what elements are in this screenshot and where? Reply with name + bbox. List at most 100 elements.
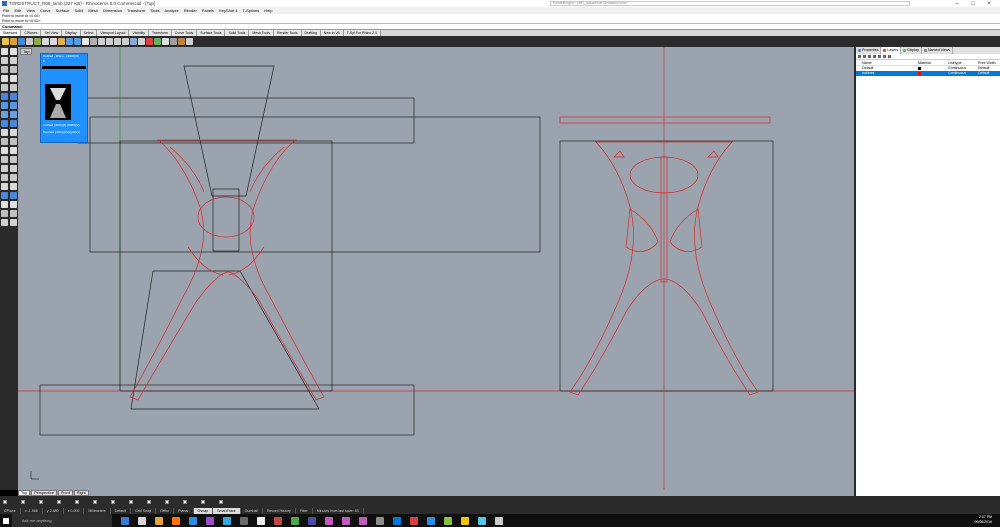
mirror-icon[interactable]: [1, 183, 8, 190]
menu-render[interactable]: Render: [184, 8, 197, 13]
start-button[interactable]: [0, 514, 12, 527]
point-icon[interactable]: [10, 48, 17, 55]
new-file-icon[interactable]: [2, 38, 9, 45]
loft-icon[interactable]: [1, 102, 8, 109]
scale-icon[interactable]: [10, 174, 17, 181]
layer-icon[interactable]: [146, 38, 153, 45]
taskbar-app-icon[interactable]: [121, 516, 129, 525]
filter-layer-icon[interactable]: [883, 55, 886, 58]
taskbar-app-icon[interactable]: [240, 516, 248, 525]
move-up-icon[interactable]: [873, 55, 876, 58]
delete-layer-icon[interactable]: [868, 55, 871, 58]
drawing-canvas[interactable]: [18, 47, 854, 490]
external-input-field[interactable]: Einstellungen - (dfR_Adsachnaf-Gelatsin)…: [550, 1, 910, 6]
zoom-window-icon[interactable]: [106, 38, 113, 45]
trim-icon[interactable]: [1, 147, 8, 154]
polyline-icon[interactable]: [1, 57, 8, 64]
taskbar-app-icon[interactable]: [427, 516, 435, 525]
new-layer-icon[interactable]: [858, 55, 861, 58]
analyze-icon[interactable]: [1, 219, 8, 226]
taskbar-clock[interactable]: 2:07 PM 09/06/2016: [974, 515, 992, 525]
menu-help[interactable]: Help: [264, 8, 272, 13]
shaded-icon[interactable]: [170, 38, 177, 45]
print-icon[interactable]: [26, 38, 33, 45]
menu-mesh[interactable]: Mesh: [88, 8, 98, 13]
join-icon[interactable]: [1, 156, 8, 163]
paste-icon[interactable]: [58, 38, 65, 45]
taskbar-app-icon[interactable]: [342, 516, 350, 525]
tab-display[interactable]: Display: [901, 47, 922, 54]
hide-icon[interactable]: [1, 201, 8, 208]
curve-icon[interactable]: [10, 57, 17, 64]
menu-surface[interactable]: Surface: [56, 8, 70, 13]
layer-options-icon[interactable]: [888, 55, 891, 58]
taskbar-app-icon[interactable]: [138, 516, 146, 525]
show-icon[interactable]: [10, 201, 17, 208]
snap-project[interactable]: [201, 500, 205, 504]
taskbar-app-icon[interactable]: [223, 516, 231, 525]
pan-icon[interactable]: [82, 38, 89, 45]
col-name[interactable]: Name: [856, 60, 918, 65]
taskbar-app-icon[interactable]: [257, 516, 265, 525]
circle-icon[interactable]: [1, 66, 8, 73]
snap-disable[interactable]: [219, 500, 223, 504]
tab-properties[interactable]: Properties: [856, 47, 882, 54]
snap-cen[interactable]: [75, 500, 79, 504]
viewport-label[interactable]: Top: [20, 48, 33, 55]
col-linetype[interactable]: Linetype: [948, 60, 978, 65]
unlock-icon[interactable]: [10, 210, 17, 217]
minimize-icon[interactable]: –: [950, 0, 964, 7]
maximize-icon[interactable]: □: [966, 0, 980, 7]
polygon-icon[interactable]: [10, 75, 17, 82]
menu-tsplines[interactable]: T-Splines: [243, 8, 260, 13]
menu-edit[interactable]: Edit: [14, 8, 21, 13]
four-views-icon[interactable]: [130, 38, 137, 45]
taskbar-app-icon[interactable]: [495, 516, 503, 525]
top-viewport[interactable]: Top Untitled - Rhino - (4000)(0) 0 Untit…: [18, 47, 854, 490]
box-icon[interactable]: [10, 111, 17, 118]
tab-layers[interactable]: Layers: [881, 47, 902, 54]
snap-point[interactable]: [39, 500, 43, 504]
rotate-icon[interactable]: [1, 174, 8, 181]
taskbar-app-icon[interactable]: [478, 516, 486, 525]
copy-object-icon[interactable]: [10, 165, 17, 172]
layer-row-outlines[interactable]: outlines Continuous Default: [856, 71, 1000, 76]
offset-icon[interactable]: [10, 84, 17, 91]
snap-knot[interactable]: [165, 500, 169, 504]
menu-file[interactable]: File: [3, 8, 9, 13]
zoom-icon[interactable]: [98, 38, 105, 45]
snap-vertex[interactable]: [183, 500, 187, 504]
save-icon[interactable]: [18, 38, 25, 45]
taskbar-app-icon[interactable]: [376, 516, 384, 525]
boolean-difference-icon[interactable]: [10, 129, 17, 136]
rotate-view-icon[interactable]: [90, 38, 97, 45]
move-down-icon[interactable]: [878, 55, 881, 58]
snap-end[interactable]: [3, 500, 7, 504]
wireframe-icon[interactable]: [162, 38, 169, 45]
split-icon[interactable]: [10, 147, 17, 154]
rectangle-icon[interactable]: [1, 75, 8, 82]
floating-layer-window[interactable]: Untitled - Rhino - (4000)(0) 0 Untitled …: [40, 53, 88, 143]
snap-quad[interactable]: [147, 500, 151, 504]
snap-near[interactable]: [21, 500, 25, 504]
taskbar-app-icon[interactable]: [359, 516, 367, 525]
select-icon[interactable]: [1, 48, 8, 55]
array-icon[interactable]: [10, 183, 17, 190]
snap-tan[interactable]: [129, 500, 133, 504]
copy-icon[interactable]: [50, 38, 57, 45]
snap-perp[interactable]: [111, 500, 115, 504]
cplane-icon[interactable]: [138, 38, 145, 45]
import-icon[interactable]: [34, 38, 41, 45]
new-sublayer-icon[interactable]: [863, 55, 866, 58]
open-file-icon[interactable]: [10, 38, 17, 45]
zoom-extents-icon[interactable]: [114, 38, 121, 45]
render-preview-icon[interactable]: [10, 219, 17, 226]
menu-panels[interactable]: Panels: [202, 8, 214, 13]
sweep-icon[interactable]: [10, 102, 17, 109]
chamfer-icon[interactable]: [10, 138, 17, 145]
menu-dimension[interactable]: Dimension: [103, 8, 122, 13]
menu-keyshot[interactable]: KeyShot 4: [219, 8, 237, 13]
taskbar-app-icon[interactable]: [461, 516, 469, 525]
lock-icon[interactable]: [1, 210, 8, 217]
extrude-icon[interactable]: [10, 93, 17, 100]
